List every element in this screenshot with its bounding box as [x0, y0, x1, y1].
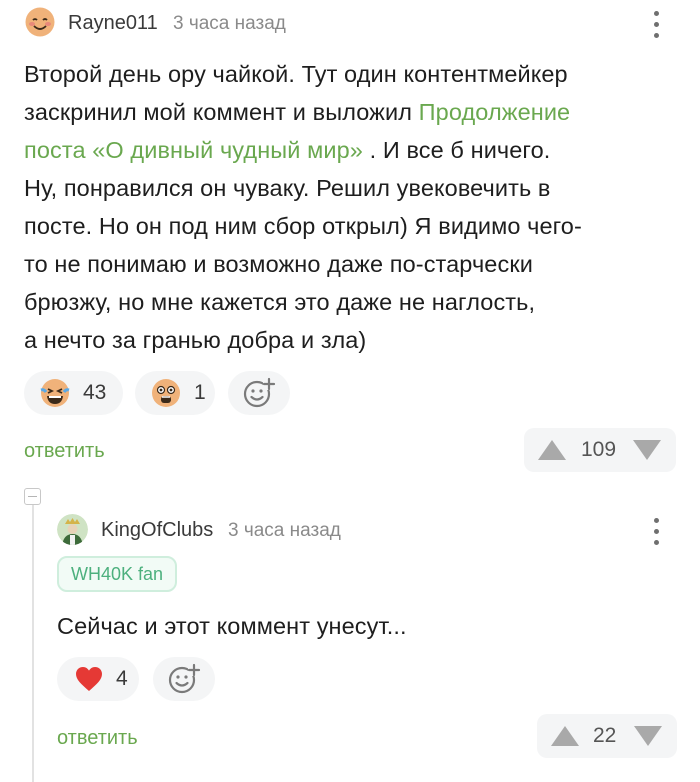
reaction-scared-button[interactable]: 1 [135, 371, 215, 415]
downvote-icon[interactable] [633, 725, 663, 747]
add-reaction-button[interactable] [228, 371, 290, 415]
reply-add-reaction-button[interactable] [153, 657, 215, 701]
comment-line: поста «О дивный чудный мир» . И все б ни… [24, 131, 664, 169]
comment-line: брюзжу, но мне кажется это даже не нагло… [24, 289, 536, 315]
reply-author-avatar[interactable] [57, 514, 88, 545]
more-options-icon[interactable] [651, 11, 661, 38]
upvote-icon[interactable] [537, 439, 567, 461]
user-badge: WH40K fan [57, 556, 178, 592]
reply-comment-body: Сейчас и этот коммент унесут... [57, 613, 407, 639]
downvote-icon[interactable] [632, 439, 662, 461]
scared-emoji-icon [152, 379, 180, 407]
reaction-heart-button[interactable]: 4 [57, 657, 139, 701]
author-name[interactable]: Rayne011 [68, 12, 158, 35]
comment-line: Второй день ору чайкой. Тут один контент… [24, 61, 568, 87]
thread-line [32, 505, 34, 782]
reply-reply-button[interactable]: ответить [57, 727, 138, 750]
reply-more-options-icon[interactable] [651, 518, 661, 545]
post-link[interactable]: поста «О дивный чудный мир» [24, 137, 363, 163]
reaction-count: 4 [116, 667, 128, 690]
comment-line: заскринил мой коммент и выложил Продолже… [24, 93, 664, 131]
vote-widget: 109 [524, 428, 676, 472]
reply-timestamp: 3 часа назад [228, 520, 341, 541]
reply-button[interactable]: ответить [24, 440, 105, 463]
comment-line: а нечто за гранью добра и зла) [24, 327, 367, 353]
reply-author-name[interactable]: KingOfClubs [101, 519, 213, 542]
comment-text: . И все б ничего. [362, 137, 551, 163]
comment-text: заскринил мой коммент и выложил [24, 99, 419, 125]
laughing-emoji-icon [40, 379, 70, 407]
author-avatar[interactable] [25, 7, 55, 37]
king-avatar-icon [57, 514, 88, 545]
comment-line: посте. Но он под ним сбор открыл) Я види… [24, 213, 582, 239]
rating-value: 109 [581, 438, 617, 461]
smiley-avatar-icon [25, 7, 55, 37]
reply-rating-value: 22 [593, 724, 617, 747]
thread-collapse-icon[interactable] [24, 488, 41, 505]
reaction-count: 1 [194, 381, 206, 404]
comment-body: Второй день ору чайкой. Тут один контент… [24, 55, 664, 359]
upvote-icon[interactable] [550, 725, 580, 747]
comment-line: Ну, понравился он чуваку. Решил увековеч… [24, 175, 551, 201]
timestamp: 3 часа назад [173, 13, 286, 34]
reaction-count: 43 [83, 381, 107, 404]
post-link[interactable]: Продолжение [419, 99, 571, 125]
heart-icon [76, 667, 102, 691]
reaction-laugh-button[interactable]: 43 [24, 371, 123, 415]
reply-vote-widget: 22 [537, 714, 677, 758]
add-reaction-icon [243, 377, 276, 408]
comment-line: то не понимаю и возможно даже по-старчес… [24, 251, 533, 277]
add-reaction-icon [168, 663, 201, 694]
